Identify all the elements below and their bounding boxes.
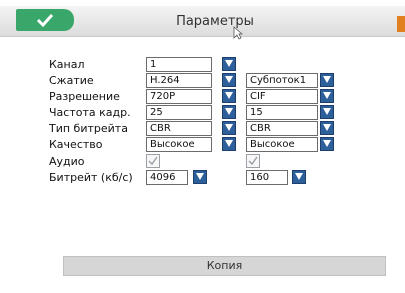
confirm-button[interactable] (16, 9, 74, 31)
bitrate-sub-dropdown-icon[interactable] (292, 170, 306, 184)
bitrate-type-main-dropdown-icon[interactable] (222, 121, 236, 135)
window-title: Параметры (176, 14, 254, 29)
bitrate-type-sub-value: CBR (250, 123, 271, 134)
parameters-window: Параметры Канал 1 Сжатие H.264 Субпоток1… (0, 0, 405, 293)
bitrate-main-dropdown-icon[interactable] (193, 170, 207, 184)
resolution-sub-dropdown-icon[interactable] (320, 89, 334, 103)
quality-sub-value: Высокое (250, 139, 295, 150)
bitrate-type-main-select[interactable]: CBR (146, 121, 212, 136)
audio-main-checkbox[interactable] (146, 154, 160, 168)
framerate-main-dropdown-icon[interactable] (222, 105, 236, 119)
title-bar: Параметры (0, 6, 405, 40)
compression-sub-value: Субпоток1 (250, 75, 307, 86)
bitrate-sub-select[interactable]: 160 (246, 170, 288, 185)
bitrate-main-select[interactable]: 4096 (146, 170, 188, 185)
bitrate-type-sub-dropdown-icon[interactable] (320, 121, 334, 135)
framerate-sub-dropdown-icon[interactable] (320, 105, 334, 119)
bitrate-label: Битрейт (кб/с) (49, 171, 133, 184)
resolution-main-value: 720P (150, 91, 176, 102)
quality-label: Качество (49, 138, 103, 151)
framerate-label: Частота кадр. (49, 106, 131, 119)
compression-sub-dropdown-icon[interactable] (320, 73, 334, 87)
channel-dropdown-icon[interactable] (222, 57, 236, 71)
compression-sub-select[interactable]: Субпоток1 (246, 73, 318, 88)
bitrate-type-label: Тип битрейта (49, 122, 128, 135)
quality-sub-select[interactable]: Высокое (246, 137, 318, 152)
checkmark-icon (36, 13, 54, 28)
bitrate-sub-value: 160 (250, 172, 270, 183)
copy-button[interactable]: Копия (63, 256, 386, 276)
checkmark-icon (148, 156, 158, 166)
quality-main-select[interactable]: Высокое (146, 137, 212, 152)
bitrate-type-main-value: CBR (150, 123, 171, 134)
resolution-main-select[interactable]: 720P (146, 89, 212, 104)
resolution-label: Разрешение (49, 90, 120, 103)
checkmark-icon (248, 156, 258, 166)
compression-label: Сжатие (49, 74, 94, 87)
quality-main-dropdown-icon[interactable] (222, 137, 236, 151)
resolution-sub-value: CIF (250, 91, 266, 102)
quality-main-value: Высокое (150, 139, 195, 150)
framerate-main-value: 25 (150, 107, 163, 118)
compression-main-select[interactable]: H.264 (146, 73, 212, 88)
channel-select[interactable]: 1 (146, 57, 212, 72)
bitrate-main-value: 4096 (150, 172, 176, 183)
compression-main-value: H.264 (150, 75, 180, 86)
resolution-main-dropdown-icon[interactable] (222, 89, 236, 103)
compression-main-dropdown-icon[interactable] (222, 73, 236, 87)
mouse-cursor-icon (233, 26, 243, 40)
corner-indicator (397, 16, 405, 32)
resolution-sub-select[interactable]: CIF (246, 89, 318, 104)
framerate-sub-value: 15 (250, 107, 263, 118)
channel-label: Канал (49, 58, 85, 71)
audio-sub-checkbox[interactable] (246, 154, 260, 168)
quality-sub-dropdown-icon[interactable] (320, 137, 334, 151)
channel-value: 1 (150, 59, 157, 70)
bitrate-type-sub-select[interactable]: CBR (246, 121, 318, 136)
framerate-sub-select[interactable]: 15 (246, 105, 318, 120)
framerate-main-select[interactable]: 25 (146, 105, 212, 120)
audio-label: Аудио (49, 155, 85, 168)
